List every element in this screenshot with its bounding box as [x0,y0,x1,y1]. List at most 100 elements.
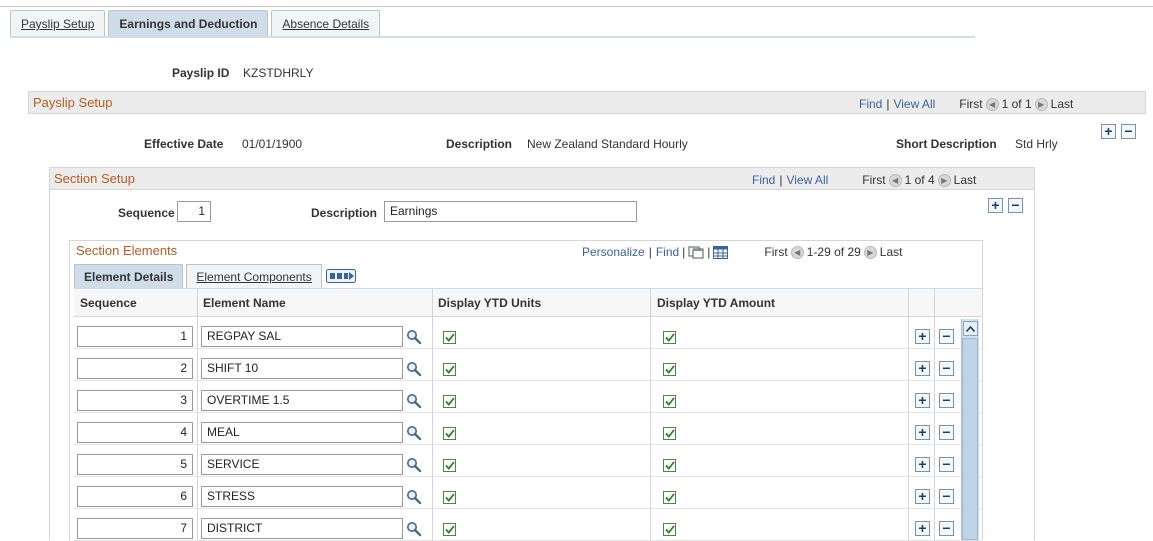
elements-next-icon[interactable]: ▶ [863,245,877,259]
ytd-amount-checkbox[interactable] [663,427,676,440]
payslip-next-icon[interactable]: ▶ [1034,97,1048,111]
download-to-excel-icon[interactable] [713,245,729,259]
payslip-id-value: KZSTDHRLY [243,66,314,80]
element-name-input[interactable]: SERVICE [201,454,403,475]
payslip-first-label: First [959,97,983,111]
subtab-element-details[interactable]: Element Details [74,264,184,288]
short-description-value: Std Hrly [1015,137,1058,151]
view-in-new-window-icon[interactable] [688,246,704,259]
element-name-input[interactable]: SHIFT 10 [201,358,403,379]
ytd-units-checkbox[interactable] [443,459,456,472]
section-sequence-input[interactable]: 1 [177,201,211,222]
element-sequence-input[interactable]: 6 [77,486,193,507]
tab-underline [10,36,975,38]
row-add-icon[interactable]: + [915,393,930,408]
col-header-ytd-units[interactable]: Display YTD Units [438,296,541,310]
short-description-label: Short Description [896,137,997,151]
payslip-setup-nav: Find | View All First ◀ 1 of 1 ▶ Last [859,97,1074,111]
element-name-input[interactable]: DISTRICT [201,518,403,539]
payslip-prev-icon[interactable]: ◀ [985,97,999,111]
element-name-input[interactable]: STRESS [201,486,403,507]
payslip-description-value: New Zealand Standard Hourly [527,137,688,151]
col-header-sequence[interactable]: Sequence [80,296,137,310]
ytd-units-checkbox[interactable] [443,395,456,408]
lookup-search-icon[interactable] [406,329,422,345]
col-header-ytd-amount[interactable]: Display YTD Amount [657,296,775,310]
grid-scrollbar-thumb[interactable] [962,338,978,540]
row-remove-icon[interactable]: − [939,521,954,536]
payslip-remove-icon[interactable]: − [1121,124,1136,139]
ytd-amount-checkbox[interactable] [663,363,676,376]
ytd-amount-checkbox[interactable] [663,395,676,408]
lookup-search-icon[interactable] [406,457,422,473]
row-add-icon[interactable]: + [915,425,930,440]
element-sequence-input[interactable]: 7 [77,518,193,539]
element-name-input[interactable]: MEAL [201,422,403,443]
row-remove-icon[interactable]: − [939,361,954,376]
ytd-units-checkbox[interactable] [443,363,456,376]
ytd-amount-checkbox[interactable] [663,523,676,536]
ytd-units-checkbox[interactable] [443,523,456,536]
element-sequence-input[interactable]: 5 [77,454,193,475]
section-elements-nav: Personalize | Find | | First ◀ 1-29 of 2… [582,245,903,259]
top-divider [0,6,1153,7]
payslip-find-link[interactable]: Find [859,97,882,111]
row-add-icon[interactable]: + [915,521,930,536]
section-view-all-link[interactable]: View All [786,173,828,187]
row-remove-icon[interactable]: − [939,329,954,344]
ytd-units-checkbox[interactable] [443,491,456,504]
element-sequence-input[interactable]: 3 [77,390,193,411]
ytd-units-checkbox[interactable] [443,427,456,440]
tab-earnings-and-deduction[interactable]: Earnings and Deduction [108,10,269,37]
section-prev-icon[interactable]: ◀ [888,173,902,187]
section-next-icon[interactable]: ▶ [937,173,951,187]
lookup-search-icon[interactable] [406,393,422,409]
payslip-view-all-link[interactable]: View All [893,97,935,111]
row-remove-icon[interactable]: − [939,457,954,472]
scroll-up-icon[interactable] [963,321,978,336]
elements-find-link[interactable]: Find [656,245,679,259]
lookup-search-icon[interactable] [406,361,422,377]
section-description-input[interactable]: Earnings [384,201,637,222]
row-add-icon[interactable]: + [915,489,930,504]
element-name-input[interactable]: REGPAY SAL [201,326,403,347]
lookup-search-icon[interactable] [406,521,422,537]
element-name-input[interactable]: OVERTIME 1.5 [201,390,403,411]
payslip-count: 1 of 1 [1001,97,1032,111]
row-add-icon[interactable]: + [915,457,930,472]
elements-last-label: Last [879,245,903,259]
payslip-id-label: Payslip ID [172,66,230,80]
payslip-add-icon[interactable]: + [1101,124,1116,139]
personalize-link[interactable]: Personalize [582,245,645,259]
section-add-icon[interactable]: + [988,198,1003,213]
section-sequence-label: Sequence [118,206,175,220]
ytd-amount-checkbox[interactable] [663,459,676,472]
lookup-search-icon[interactable] [406,425,422,441]
ytd-units-checkbox[interactable] [443,331,456,344]
section-find-link[interactable]: Find [752,173,775,187]
elements-prev-icon[interactable]: ◀ [790,245,804,259]
ytd-amount-checkbox[interactable] [663,491,676,504]
element-sequence-input[interactable]: 4 [77,422,193,443]
elements-count: 1-29 of 29 [806,245,861,259]
row-remove-icon[interactable]: − [939,489,954,504]
col-header-element-name[interactable]: Element Name [203,296,286,310]
section-remove-icon[interactable]: − [1008,198,1023,213]
tab-payslip-setup[interactable]: Payslip Setup [10,10,106,37]
row-remove-icon[interactable]: − [939,425,954,440]
subtab-element-components[interactable]: Element Components [186,264,322,288]
lookup-search-icon[interactable] [406,489,422,505]
section-row-actions: + − [988,198,1028,213]
row-remove-icon[interactable]: − [939,393,954,408]
ytd-amount-checkbox[interactable] [663,331,676,344]
row-add-icon[interactable]: + [915,329,930,344]
section-last-label: Last [953,173,977,187]
element-sequence-input[interactable]: 1 [77,326,193,347]
section-setup-title: Section Setup [54,171,135,186]
tab-absence-details[interactable]: Absence Details [271,10,381,37]
show-all-columns-icon[interactable] [325,266,357,286]
row-add-icon[interactable]: + [915,361,930,376]
element-sequence-input[interactable]: 2 [77,358,193,379]
element-subtabs: Element Details Element Components [74,264,357,288]
section-setup-nav: Find | View All First ◀ 1 of 4 ▶ Last [752,173,977,187]
